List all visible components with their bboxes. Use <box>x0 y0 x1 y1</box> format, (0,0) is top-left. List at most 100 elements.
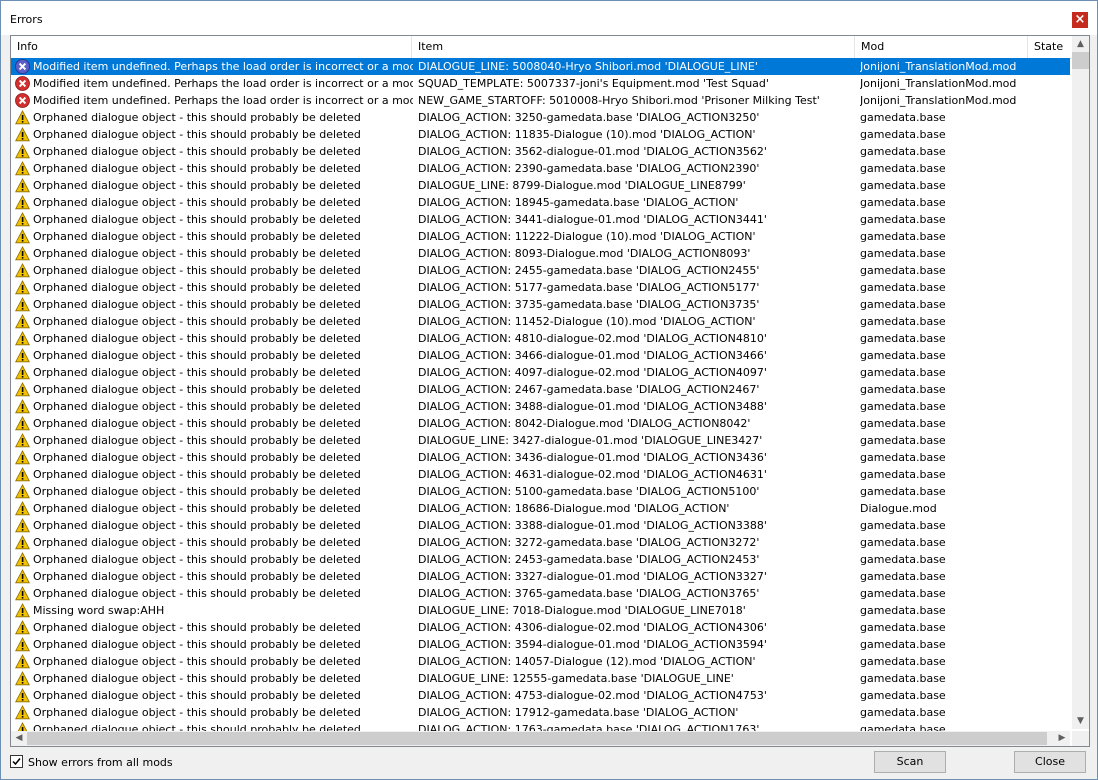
list-row[interactable]: Orphaned dialogue object - this should p… <box>11 721 1070 731</box>
row-mod: gamedata.base <box>860 111 946 124</box>
list-row[interactable]: Orphaned dialogue object - this should p… <box>11 126 1070 143</box>
list-row[interactable]: Orphaned dialogue object - this should p… <box>11 483 1070 500</box>
warning-icon <box>15 433 30 448</box>
row-mod: gamedata.base <box>860 315 946 328</box>
list-row[interactable]: Orphaned dialogue object - this should p… <box>11 262 1070 279</box>
checkmark-icon <box>12 758 21 766</box>
list-row[interactable]: Orphaned dialogue object - this should p… <box>11 653 1070 670</box>
errors-list[interactable]: Info Item Mod State Modified item undefi… <box>10 35 1090 747</box>
scroll-down-icon[interactable]: ▼ <box>1072 713 1089 729</box>
list-row[interactable]: Orphaned dialogue object - this should p… <box>11 534 1070 551</box>
list-row[interactable]: Orphaned dialogue object - this should p… <box>11 381 1070 398</box>
list-row[interactable]: Orphaned dialogue object - this should p… <box>11 415 1070 432</box>
list-row[interactable]: Orphaned dialogue object - this should p… <box>11 109 1070 126</box>
row-item: DIALOG_ACTION: 3466-dialogue-01.mod 'DIA… <box>418 349 767 362</box>
row-item: DIALOG_ACTION: 5177-gamedata.base 'DIALO… <box>418 281 760 294</box>
list-row[interactable]: Modified item undefined. Perhaps the loa… <box>11 75 1070 92</box>
row-info: Orphaned dialogue object - this should p… <box>33 417 361 430</box>
list-row[interactable]: Orphaned dialogue object - this should p… <box>11 160 1070 177</box>
row-item: DIALOG_ACTION: 11452-Dialogue (10).mod '… <box>418 315 756 328</box>
row-info: Orphaned dialogue object - this should p… <box>33 502 361 515</box>
row-item: DIALOG_ACTION: 4753-dialogue-02.mod 'DIA… <box>418 689 767 702</box>
row-item: DIALOG_ACTION: 3735-gamedata.base 'DIALO… <box>418 298 760 311</box>
list-row[interactable]: Orphaned dialogue object - this should p… <box>11 500 1070 517</box>
row-item: DIALOG_ACTION: 3327-dialogue-01.mod 'DIA… <box>418 570 767 583</box>
row-mod: gamedata.base <box>860 417 946 430</box>
warning-icon <box>15 535 30 550</box>
row-item: DIALOG_ACTION: 2455-gamedata.base 'DIALO… <box>418 264 760 277</box>
list-row[interactable]: Orphaned dialogue object - this should p… <box>11 313 1070 330</box>
list-row[interactable]: Orphaned dialogue object - this should p… <box>11 364 1070 381</box>
column-header-state[interactable]: State <box>1028 36 1073 58</box>
warning-icon <box>15 399 30 414</box>
show-all-checkbox[interactable] <box>10 755 23 768</box>
horizontal-scroll-thumb[interactable] <box>27 732 1047 745</box>
row-info: Orphaned dialogue object - this should p… <box>33 230 361 243</box>
list-row[interactable]: Modified item undefined. Perhaps the loa… <box>11 92 1070 109</box>
list-row[interactable]: Orphaned dialogue object - this should p… <box>11 619 1070 636</box>
row-mod: gamedata.base <box>860 128 946 141</box>
list-row[interactable]: Orphaned dialogue object - this should p… <box>11 466 1070 483</box>
list-row[interactable]: Orphaned dialogue object - this should p… <box>11 177 1070 194</box>
vertical-scrollbar[interactable]: ▲ ▼ <box>1072 36 1089 729</box>
list-row[interactable]: Orphaned dialogue object - this should p… <box>11 330 1070 347</box>
row-info: Orphaned dialogue object - this should p… <box>33 179 361 192</box>
row-info: Orphaned dialogue object - this should p… <box>33 366 361 379</box>
row-item: DIALOGUE_LINE: 5008040-Hryo Shibori.mod … <box>418 60 758 73</box>
list-row[interactable]: Orphaned dialogue object - this should p… <box>11 568 1070 585</box>
row-info: Orphaned dialogue object - this should p… <box>33 451 361 464</box>
row-mod: gamedata.base <box>860 434 946 447</box>
row-mod: gamedata.base <box>860 247 946 260</box>
row-mod: gamedata.base <box>860 366 946 379</box>
row-info: Orphaned dialogue object - this should p… <box>33 213 361 226</box>
list-row[interactable]: Orphaned dialogue object - this should p… <box>11 194 1070 211</box>
column-header-info[interactable]: Info <box>11 36 412 58</box>
row-mod: gamedata.base <box>860 349 946 362</box>
row-item: DIALOG_ACTION: 17912-gamedata.base 'DIAL… <box>418 706 739 719</box>
warning-icon <box>15 229 30 244</box>
list-row[interactable]: Orphaned dialogue object - this should p… <box>11 449 1070 466</box>
row-info: Modified item undefined. Perhaps the loa… <box>33 60 413 73</box>
scroll-right-icon[interactable]: ▶ <box>1054 731 1070 746</box>
scroll-up-icon[interactable]: ▲ <box>1072 36 1089 52</box>
list-row[interactable]: Modified item undefined. Perhaps the loa… <box>11 58 1070 75</box>
column-header-mod[interactable]: Mod <box>855 36 1028 58</box>
row-mod: gamedata.base <box>860 179 946 192</box>
column-header-item[interactable]: Item <box>412 36 855 58</box>
list-row[interactable]: Orphaned dialogue object - this should p… <box>11 636 1070 653</box>
list-row[interactable]: Orphaned dialogue object - this should p… <box>11 228 1070 245</box>
list-row[interactable]: Orphaned dialogue object - this should p… <box>11 279 1070 296</box>
warning-icon <box>15 212 30 227</box>
warning-icon <box>15 501 30 516</box>
close-button[interactable]: Close <box>1014 751 1086 773</box>
list-row[interactable]: Orphaned dialogue object - this should p… <box>11 296 1070 313</box>
scan-button[interactable]: Scan <box>874 751 946 773</box>
list-row[interactable]: Orphaned dialogue object - this should p… <box>11 347 1070 364</box>
list-row[interactable]: Orphaned dialogue object - this should p… <box>11 245 1070 262</box>
row-item: DIALOG_ACTION: 4810-dialogue-02.mod 'DIA… <box>418 332 767 345</box>
scroll-left-icon[interactable]: ◀ <box>11 731 27 746</box>
list-row[interactable]: Orphaned dialogue object - this should p… <box>11 704 1070 721</box>
horizontal-scrollbar[interactable]: ◀ ▶ <box>11 731 1070 746</box>
vertical-scroll-thumb[interactable] <box>1072 52 1089 69</box>
row-mod: gamedata.base <box>860 213 946 226</box>
list-header: Info Item Mod State <box>11 36 1073 59</box>
list-row[interactable]: Orphaned dialogue object - this should p… <box>11 211 1070 228</box>
list-row[interactable]: Orphaned dialogue object - this should p… <box>11 517 1070 534</box>
row-info: Orphaned dialogue object - this should p… <box>33 400 361 413</box>
list-row[interactable]: Orphaned dialogue object - this should p… <box>11 551 1070 568</box>
list-row[interactable]: Orphaned dialogue object - this should p… <box>11 585 1070 602</box>
warning-icon <box>15 144 30 159</box>
warning-icon <box>15 263 30 278</box>
close-window-icon[interactable]: × <box>1072 12 1088 28</box>
list-row[interactable]: Missing word swap:AHH DIALOGUE_LINE: 7018… <box>11 602 1070 619</box>
warning-icon <box>15 603 30 618</box>
list-row[interactable]: Orphaned dialogue object - this should p… <box>11 143 1070 160</box>
list-row[interactable]: Orphaned dialogue object - this should p… <box>11 432 1070 449</box>
row-item: DIALOG_ACTION: 1763-gamedata.base 'DIALO… <box>418 723 760 731</box>
list-row[interactable]: Orphaned dialogue object - this should p… <box>11 670 1070 687</box>
row-item: DIALOGUE_LINE: 8799-Dialogue.mod 'DIALOG… <box>418 179 746 192</box>
list-row[interactable]: Orphaned dialogue object - this should p… <box>11 398 1070 415</box>
list-row[interactable]: Orphaned dialogue object - this should p… <box>11 687 1070 704</box>
row-item: DIALOG_ACTION: 4306-dialogue-02.mod 'DIA… <box>418 621 767 634</box>
